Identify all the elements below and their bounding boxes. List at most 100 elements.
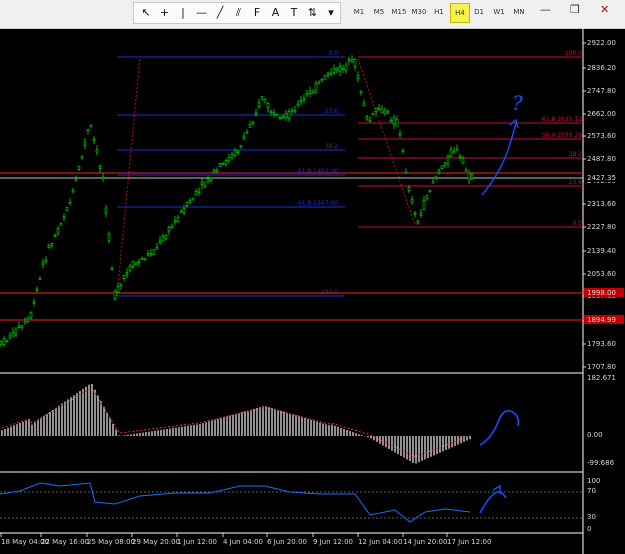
candle-body	[32, 301, 36, 304]
candle-body	[374, 107, 378, 112]
candle-body	[95, 149, 99, 153]
candle-body	[50, 243, 54, 246]
candle-body	[413, 212, 417, 215]
macd-scale-label: -99.686	[587, 459, 615, 467]
timeframe-m15-button[interactable]: M15	[390, 3, 408, 21]
timeframe-d1-button[interactable]: D1	[470, 3, 488, 21]
candle-body	[467, 172, 471, 181]
fibonacci-tool-icon[interactable]: F	[249, 5, 265, 21]
arrows-tool-icon[interactable]: ⇅	[305, 5, 321, 21]
candle-body	[215, 169, 219, 172]
candle-body	[398, 133, 402, 136]
horizontal-line-tool-icon[interactable]: —	[194, 5, 210, 21]
price-label: 2139.40	[587, 247, 616, 255]
candle-body	[47, 245, 51, 249]
cursor-tool-icon[interactable]: ↖	[138, 5, 154, 21]
candle-body	[242, 135, 246, 139]
vertical-line-tool-icon[interactable]: |	[175, 5, 191, 21]
channel-tool-icon[interactable]: ⫽	[231, 5, 247, 21]
candle-body	[167, 227, 171, 232]
candle-body	[260, 96, 264, 100]
candle-body	[155, 247, 159, 250]
candle-body	[362, 102, 366, 107]
crosshair-tool-icon[interactable]: +	[157, 5, 173, 21]
candle-body	[470, 173, 474, 180]
hand-annotations: ?	[479, 91, 523, 514]
timeframe-m1-button[interactable]: M1	[350, 3, 368, 21]
candle-body	[365, 116, 369, 120]
candle-body	[137, 261, 141, 264]
candle-body	[107, 233, 111, 241]
candle-body	[368, 119, 372, 122]
candle-body	[383, 110, 387, 115]
timeframe-w1-button[interactable]: W1	[490, 3, 508, 21]
rsi-scale-label: 70	[587, 487, 596, 495]
candle-body	[389, 120, 393, 123]
candle-body	[428, 189, 432, 192]
candle-body	[146, 253, 150, 256]
close-icon[interactable]: ✕	[600, 3, 609, 16]
candle-body	[224, 160, 228, 165]
candle-body	[353, 59, 357, 68]
restore-icon[interactable]: ❐	[570, 3, 580, 16]
candle-body	[122, 275, 126, 279]
chart-window[interactable]: 0.0 23.6 38.2 61.8 2463.36 61.8 2367.00 100.0…	[0, 28, 625, 554]
fib-red-label: 50.0 2559.29	[542, 132, 582, 139]
timeframe-h1-button[interactable]: H1	[430, 3, 448, 21]
candle-body	[113, 290, 117, 299]
price-label: 2922.00	[587, 39, 616, 47]
price-tag-label: 1998.00	[587, 289, 616, 297]
trendline-tool-icon[interactable]: ╱	[212, 5, 228, 21]
candle-body	[404, 171, 408, 174]
candle-body	[236, 150, 240, 153]
candle-body	[278, 116, 282, 119]
candle-body	[191, 198, 195, 201]
candle-body	[194, 191, 198, 196]
candle-body	[8, 334, 12, 338]
text-tool-icon[interactable]: A	[268, 5, 284, 21]
time-label: 25 May 08:00	[87, 538, 135, 546]
candle-body	[305, 92, 309, 95]
candle-body	[422, 200, 426, 210]
fib-blue-label: 38.2	[325, 143, 339, 150]
candle-body	[209, 177, 213, 181]
candle-body	[221, 163, 225, 166]
candle-body	[158, 240, 162, 243]
candle-body	[134, 262, 138, 265]
candle-body	[443, 162, 447, 167]
price-label: 2573.60	[587, 132, 616, 140]
candle-body	[293, 109, 297, 113]
candle-body	[149, 253, 153, 256]
candle-body	[164, 235, 168, 240]
candle-body	[89, 125, 93, 128]
candle-body	[38, 277, 42, 280]
candle-body	[392, 117, 396, 125]
minimize-icon[interactable]: —	[540, 3, 551, 16]
candle-body	[233, 149, 237, 156]
timeframe-m5-button[interactable]: M5	[370, 3, 388, 21]
candle-body	[83, 142, 87, 146]
fib-blue-label: 0.0	[328, 50, 338, 57]
candle-body	[143, 257, 147, 260]
price-label: 2747.80	[587, 87, 616, 95]
fib-blue-trendline	[116, 56, 141, 297]
dropdown-tool-icon[interactable]: ▾	[323, 5, 339, 21]
price-label: 2053.60	[587, 270, 616, 278]
candle-body	[356, 74, 360, 79]
candle-body	[401, 149, 405, 152]
time-label: 4 Jun 04:00	[223, 538, 263, 546]
price-label: 2487.80	[587, 155, 616, 163]
candle-body	[203, 185, 207, 188]
candle-body	[11, 331, 15, 337]
timeframe-mn-button[interactable]: MN	[510, 3, 528, 21]
fib-red-label: 100.0	[565, 50, 582, 57]
timeframe-h4-button[interactable]: H4	[450, 3, 470, 23]
label-tool-icon[interactable]: T	[286, 5, 302, 21]
fib-blue-label: 23.6	[325, 108, 339, 115]
price-tag-label: 2427.35	[587, 174, 616, 182]
time-label: 12 Jun 04:00	[358, 538, 402, 546]
fib-red-label: 61.8 2635.12	[542, 116, 582, 123]
price-label: 2836.20	[587, 64, 616, 72]
candle-body	[302, 98, 306, 101]
timeframe-m30-button[interactable]: M30	[410, 3, 428, 21]
